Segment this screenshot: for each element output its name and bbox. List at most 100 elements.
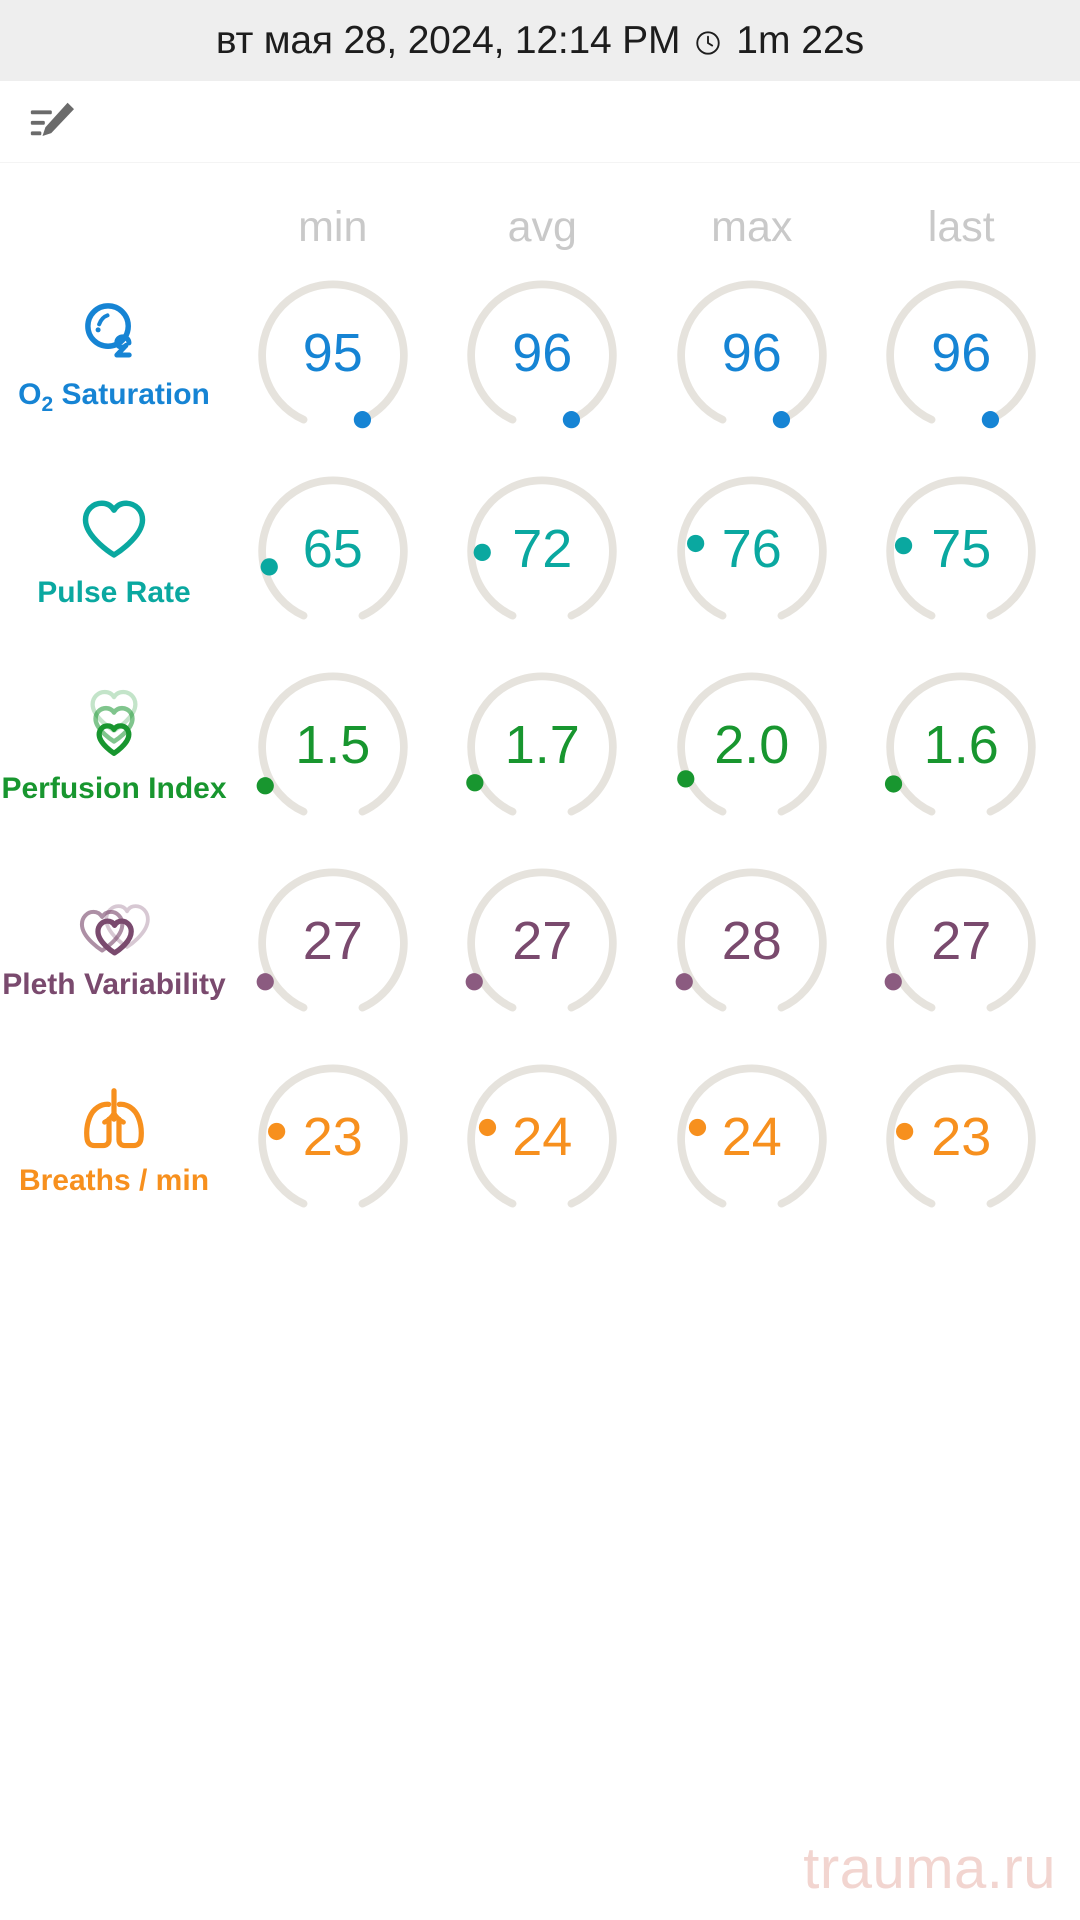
gauge-value-pleth-variability-min: 27 (302, 911, 363, 971)
metric-name-spo2: O2 Saturation (18, 377, 210, 416)
gauge-value-pulse-rate-min: 65 (302, 519, 363, 579)
gauge-cell-pulse-rate-min[interactable]: 65 (228, 472, 438, 626)
column-header-last-cell: last (857, 206, 1067, 255)
gauge-value-pulse-rate-avg: 72 (512, 519, 573, 579)
gauge-cell-breaths-per-min-min[interactable]: 23 (228, 1060, 438, 1214)
action-bar (0, 81, 1080, 163)
gauge-breaths-per-min-last: 23 (884, 1060, 1038, 1214)
column-header-avg-cell: avg (438, 206, 648, 255)
gauge-value-perfusion-index-avg: 1.7 (504, 715, 580, 775)
gauge-pleth-variability-last: 27 (884, 864, 1038, 1018)
gauge-cell-spo2-last[interactable]: 96 (857, 276, 1067, 430)
gauge-breaths-per-min-avg: 24 (465, 1060, 619, 1214)
gauge-perfusion-index-avg: 1.7 (465, 668, 619, 822)
vitals-grid: min avg max last O2 Saturation 95 96 96 … (0, 163, 1080, 1235)
triple-heart-icon (76, 686, 152, 766)
gauge-cell-breaths-per-min-last[interactable]: 23 (857, 1060, 1067, 1214)
note-edit-icon[interactable] (22, 91, 84, 153)
gauge-value-perfusion-index-last: 1.6 (923, 715, 999, 775)
gauge-spo2-avg: 96 (465, 276, 619, 430)
column-header-max-cell: max (647, 206, 857, 255)
gauge-cell-perfusion-index-max[interactable]: 2.0 (647, 668, 857, 822)
column-header-min-cell: min (228, 206, 438, 255)
metric-name-breaths-per-min: Breaths / min (18, 1164, 210, 1197)
gauge-cell-pleth-variability-min[interactable]: 27 (228, 864, 438, 1018)
gauge-cell-pleth-variability-max[interactable]: 28 (647, 864, 857, 1018)
gauge-spo2-last: 96 (884, 276, 1038, 430)
column-header-min: min (298, 203, 368, 251)
gauge-cell-pulse-rate-last[interactable]: 75 (857, 472, 1067, 626)
gauge-pulse-rate-min: 65 (256, 472, 410, 626)
gauge-value-spo2-last: 96 (931, 323, 992, 383)
session-date: вт мая 28, 2024, 12:14 PM (215, 18, 681, 62)
gauge-cell-spo2-avg[interactable]: 96 (438, 276, 648, 430)
column-header-avg: avg (507, 203, 577, 251)
gauge-cell-perfusion-index-min[interactable]: 1.5 (228, 668, 438, 822)
metric-name-pleth-variability: Pleth Variability (2, 968, 226, 1001)
gauge-value-breaths-per-min-last: 23 (931, 1107, 992, 1167)
gauge-value-pleth-variability-last: 27 (931, 911, 992, 971)
metric-label-spo2: O2 Saturation (0, 292, 228, 415)
clock-icon (694, 29, 722, 57)
heart-outline-icon (76, 490, 152, 570)
session-titlebar: вт мая 28, 2024, 12:14 PM 1m 22s (0, 0, 1080, 81)
gauge-perfusion-index-min: 1.5 (256, 668, 410, 822)
metric-label-pulse-rate: Pulse Rate (0, 490, 228, 608)
overlapping-hearts-icon (76, 882, 152, 962)
metric-name-pulse-rate: Pulse Rate (37, 576, 191, 609)
gauge-cell-perfusion-index-avg[interactable]: 1.7 (438, 668, 648, 822)
gauge-perfusion-index-last: 1.6 (884, 668, 1038, 822)
gauge-cell-spo2-min[interactable]: 95 (228, 276, 438, 430)
session-duration: 1m 22s (736, 18, 865, 62)
metric-row-pleth-variability[interactable]: Pleth Variability 27 27 28 27 (0, 843, 1080, 1039)
lungs-icon (76, 1078, 152, 1158)
gauge-value-breaths-per-min-max: 24 (721, 1107, 782, 1167)
gauge-value-breaths-per-min-min: 23 (302, 1107, 363, 1167)
gauge-perfusion-index-max: 2.0 (675, 668, 829, 822)
watermark: trauma.ru (803, 1836, 1056, 1901)
metric-label-perfusion-index: Perfusion Index (0, 686, 228, 804)
gauge-pulse-rate-last: 75 (884, 472, 1038, 626)
gauge-pleth-variability-avg: 27 (465, 864, 619, 1018)
metric-label-pleth-variability: Pleth Variability (0, 882, 228, 1000)
gauge-value-spo2-avg: 96 (512, 323, 573, 383)
gauge-breaths-per-min-min: 23 (256, 1060, 410, 1214)
gauge-value-breaths-per-min-avg: 24 (512, 1107, 573, 1167)
column-header-last: last (927, 203, 995, 251)
gauge-pulse-rate-avg: 72 (465, 472, 619, 626)
gauge-cell-pulse-rate-avg[interactable]: 72 (438, 472, 648, 626)
metric-name-spo2-subscript: 2 (41, 392, 54, 416)
metric-row-pulse-rate[interactable]: Pulse Rate 65 72 76 75 (0, 451, 1080, 647)
gauge-value-pleth-variability-avg: 27 (512, 911, 573, 971)
gauge-value-pulse-rate-last: 75 (931, 519, 992, 579)
gauge-spo2-min: 95 (256, 276, 410, 430)
gauge-value-spo2-max: 96 (721, 323, 782, 383)
metric-name-spo2-suffix: Saturation (53, 377, 210, 411)
gauge-cell-perfusion-index-last[interactable]: 1.6 (857, 668, 1067, 822)
metric-name-spo2-prefix: O (18, 377, 42, 411)
gauge-pleth-variability-min: 27 (256, 864, 410, 1018)
metric-label-breaths-per-min: Breaths / min (0, 1078, 228, 1196)
gauge-value-perfusion-index-min: 1.5 (295, 715, 371, 775)
column-header-max: max (711, 203, 793, 251)
gauge-value-perfusion-index-max: 2.0 (714, 715, 790, 775)
gauge-pleth-variability-max: 28 (675, 864, 829, 1018)
gauge-value-pulse-rate-max: 76 (721, 519, 782, 579)
metric-row-breaths-per-min[interactable]: Breaths / min 23 24 24 23 (0, 1039, 1080, 1235)
metric-row-spo2[interactable]: O2 Saturation 95 96 96 96 (0, 255, 1080, 451)
gauge-cell-breaths-per-min-avg[interactable]: 24 (438, 1060, 648, 1214)
gauge-spo2-max: 96 (675, 276, 829, 430)
gauge-value-pleth-variability-max: 28 (721, 911, 782, 971)
gauge-value-spo2-min: 95 (302, 323, 363, 383)
gauge-cell-spo2-max[interactable]: 96 (647, 276, 857, 430)
gauge-breaths-per-min-max: 24 (675, 1060, 829, 1214)
o2-bubble-icon (76, 292, 152, 372)
column-header-row: min avg max last (0, 163, 1080, 255)
metric-name-perfusion-index: Perfusion Index (1, 772, 227, 805)
gauge-pulse-rate-max: 76 (675, 472, 829, 626)
gauge-cell-pleth-variability-avg[interactable]: 27 (438, 864, 648, 1018)
metric-row-perfusion-index[interactable]: Perfusion Index 1.5 1.7 2.0 1.6 (0, 647, 1080, 843)
gauge-cell-pulse-rate-max[interactable]: 76 (647, 472, 857, 626)
gauge-cell-breaths-per-min-max[interactable]: 24 (647, 1060, 857, 1214)
gauge-cell-pleth-variability-last[interactable]: 27 (857, 864, 1067, 1018)
